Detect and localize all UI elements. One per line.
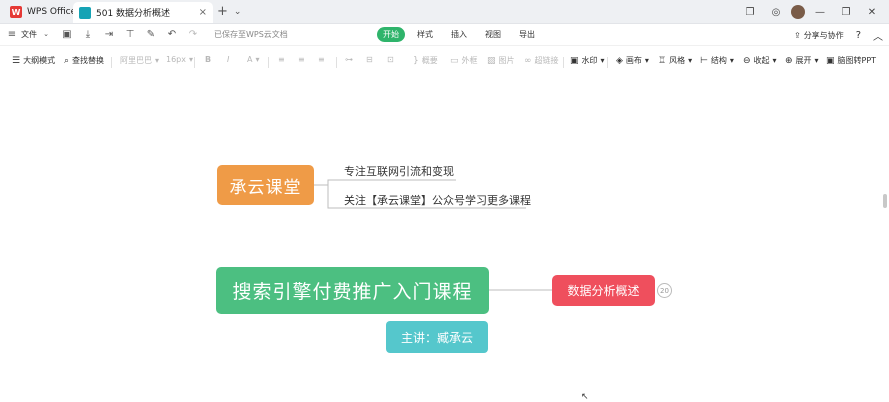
mouse-cursor-icon: ↖	[581, 392, 589, 402]
main-topic-node[interactable]: 搜索引擎付费推广入门课程	[216, 267, 489, 314]
connector-brand-sub1	[314, 179, 456, 186]
speaker-node[interactable]: 主讲：臧承云	[386, 321, 488, 353]
child-count-badge[interactable]: 20	[657, 283, 672, 298]
vertical-scrollbar[interactable]	[883, 194, 887, 208]
brand-node[interactable]: 承云课堂	[217, 165, 314, 205]
brand-subtopic-1[interactable]: 专注互联网引流和变现	[344, 163, 454, 179]
brand-subtopic-2[interactable]: 关注【承云课堂】公众号学习更多课程	[344, 192, 531, 208]
topic-node[interactable]: 数据分析概述	[552, 275, 655, 306]
